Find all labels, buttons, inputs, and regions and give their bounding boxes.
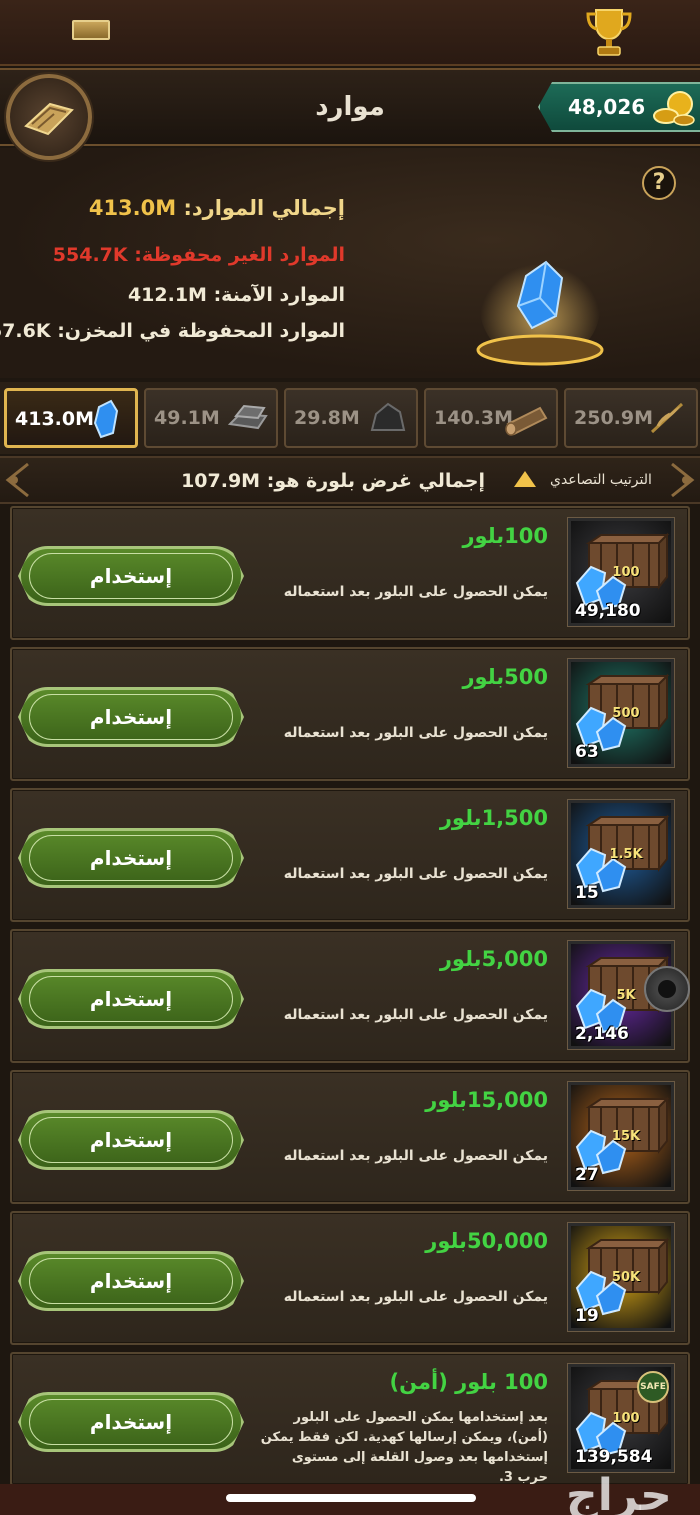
crystal-chest-icon[interactable]: 100 139,584 SAFE bbox=[567, 1363, 675, 1473]
tier-label: 50K bbox=[611, 1270, 641, 1285]
item-row: إستخدام 100 بلور (أمن) بعد إستخدامها يمكن … bbox=[10, 1352, 690, 1486]
item-description: يمكن الحصول على البلور بعد استعماله bbox=[283, 1289, 548, 1305]
item-row: إستخدام 50,000بلور يمكن الحصول على البلور … bbox=[10, 1211, 690, 1345]
crystal-display-icon bbox=[476, 253, 604, 366]
item-title: 500بلور bbox=[462, 665, 548, 689]
use-button[interactable]: إستخدام bbox=[18, 1251, 244, 1311]
use-button[interactable]: إستخدام bbox=[18, 546, 244, 606]
stone-icon bbox=[370, 402, 406, 431]
total-offer: إجمالي غرض بلورة هو: 107.9M bbox=[181, 470, 485, 492]
trophy-icon[interactable] bbox=[584, 6, 634, 58]
item-title: 15,000بلور bbox=[425, 1088, 548, 1112]
button-border bbox=[29, 553, 233, 599]
item-description: يمكن الحصول على البلور بعد استعماله bbox=[283, 1148, 548, 1164]
item-row: إستخدام 15,000بلور يمكن الحصول على البلور … bbox=[10, 1070, 690, 1204]
button-border bbox=[29, 835, 233, 881]
use-button[interactable]: إستخدام bbox=[18, 1110, 244, 1170]
crystal-chest-icon[interactable]: 1.5K 15 bbox=[567, 799, 675, 909]
item-row: إستخدام 1,500بلور يمكن الحصول على البلور ب… bbox=[10, 788, 690, 922]
item-count: 139,584 bbox=[575, 1447, 653, 1467]
unprotected-resources: الموارد الغير محفوظة: 554.7K bbox=[52, 244, 345, 266]
item-title: 5,000بلور bbox=[439, 947, 548, 971]
item-count: 63 bbox=[575, 742, 599, 762]
sort-ascending-icon[interactable] bbox=[514, 471, 536, 487]
item-count: 2,146 bbox=[575, 1024, 629, 1044]
tab-stone[interactable]: 29.8M bbox=[284, 388, 418, 448]
item-count: 19 bbox=[575, 1306, 599, 1326]
item-title: 100 بلور (أمن) bbox=[389, 1370, 548, 1394]
item-count: 15 bbox=[575, 883, 599, 903]
tier-label: 1.5K bbox=[609, 847, 643, 862]
tier-label: 100 bbox=[612, 1411, 640, 1426]
item-description: يمكن الحصول على البلور بعد استعماله bbox=[283, 584, 548, 600]
tab-crystal[interactable]: 413.0M bbox=[4, 388, 138, 448]
ticket-icon[interactable] bbox=[72, 20, 110, 40]
gold-coins-icon bbox=[653, 91, 695, 126]
gold-value: 48,026 bbox=[568, 95, 646, 119]
safe-badge: SAFE bbox=[637, 1371, 669, 1403]
resources-summary-panel: ? إجمالي الموارد: 413.0M الموارد الغير م… bbox=[0, 148, 700, 378]
crystal-chest-icon[interactable]: 500 63 bbox=[567, 658, 675, 768]
item-row: إستخدام 5,000بلور يمكن الحصول على البلور ب… bbox=[10, 929, 690, 1063]
resource-tabs: 413.0M 49.1M 29.8M 140.3M 250.9M bbox=[0, 382, 700, 454]
sort-ascending-label[interactable]: الترتيب التصاعدي bbox=[550, 472, 652, 488]
button-border bbox=[29, 1399, 233, 1445]
item-row: إستخدام 500بلور يمكن الحصول على البلور بعد… bbox=[10, 647, 690, 781]
title-bar: موارد 48,026 bbox=[0, 68, 700, 160]
item-title: 100بلور bbox=[462, 524, 548, 548]
wheat-icon bbox=[650, 402, 684, 434]
crystal-icon bbox=[93, 399, 119, 439]
floating-menu-button[interactable] bbox=[644, 966, 690, 1012]
gold-balance[interactable]: 48,026 bbox=[538, 82, 700, 132]
item-count: 27 bbox=[575, 1165, 599, 1185]
use-button[interactable]: إستخدام bbox=[18, 687, 244, 747]
button-border bbox=[29, 694, 233, 740]
resources-emblem-icon[interactable] bbox=[6, 74, 92, 160]
tab-wood[interactable]: 140.3M bbox=[424, 388, 558, 448]
tier-label: 500 bbox=[612, 706, 640, 721]
crystal-chest-icon[interactable]: 50K 19 bbox=[567, 1222, 675, 1332]
home-indicator[interactable] bbox=[226, 1494, 476, 1502]
iron-ingot-icon bbox=[227, 404, 268, 430]
top-status-bar bbox=[0, 0, 700, 66]
use-button[interactable]: إستخدام bbox=[18, 969, 244, 1029]
ornament-icon bbox=[671, 462, 695, 498]
page-title: موارد bbox=[315, 92, 385, 122]
item-count: 49,180 bbox=[575, 601, 641, 621]
help-button[interactable]: ? bbox=[642, 166, 676, 200]
item-description: يمكن الحصول على البلور بعد استعماله bbox=[283, 866, 548, 882]
sort-bar: إجمالي غرض بلورة هو: 107.9M الترتيب التص… bbox=[0, 456, 700, 504]
item-row: إستخدام 100بلور يمكن الحصول على البلور بعد… bbox=[10, 506, 690, 640]
tier-label: 5K bbox=[616, 988, 636, 1003]
tier-label: 15K bbox=[611, 1129, 641, 1144]
button-border bbox=[29, 976, 233, 1022]
item-title: 1,500بلور bbox=[439, 806, 548, 830]
wood-log-icon bbox=[505, 406, 548, 436]
tab-iron[interactable]: 49.1M bbox=[144, 388, 278, 448]
crystal-chest-icon[interactable]: 100 49,180 bbox=[567, 517, 675, 627]
tab-food[interactable]: 250.9M bbox=[564, 388, 698, 448]
item-description: يمكن الحصول على البلور بعد استعماله bbox=[283, 1007, 548, 1023]
tier-label: 100 bbox=[612, 565, 640, 580]
button-border bbox=[29, 1117, 233, 1163]
item-description: بعد إستخدامها يمكن الحصول على البلور (أم… bbox=[260, 1410, 548, 1485]
total-resources: إجمالي الموارد: 413.0M bbox=[88, 196, 345, 220]
use-button[interactable]: إستخدام bbox=[18, 828, 244, 888]
ornament-icon bbox=[5, 462, 29, 498]
item-title: 50,000بلور bbox=[425, 1229, 548, 1253]
item-description: يمكن الحصول على البلور بعد استعماله bbox=[283, 725, 548, 741]
safe-resources: الموارد الآمنة: 412.1M bbox=[127, 284, 345, 306]
button-border bbox=[29, 1258, 233, 1304]
storage-resources: الموارد المحفوظة في المخزن: 357.6K bbox=[0, 320, 345, 342]
watermark: حراج bbox=[566, 1470, 672, 1515]
crystal-chest-icon[interactable]: 15K 27 bbox=[567, 1081, 675, 1191]
use-button[interactable]: إستخدام bbox=[18, 1392, 244, 1452]
